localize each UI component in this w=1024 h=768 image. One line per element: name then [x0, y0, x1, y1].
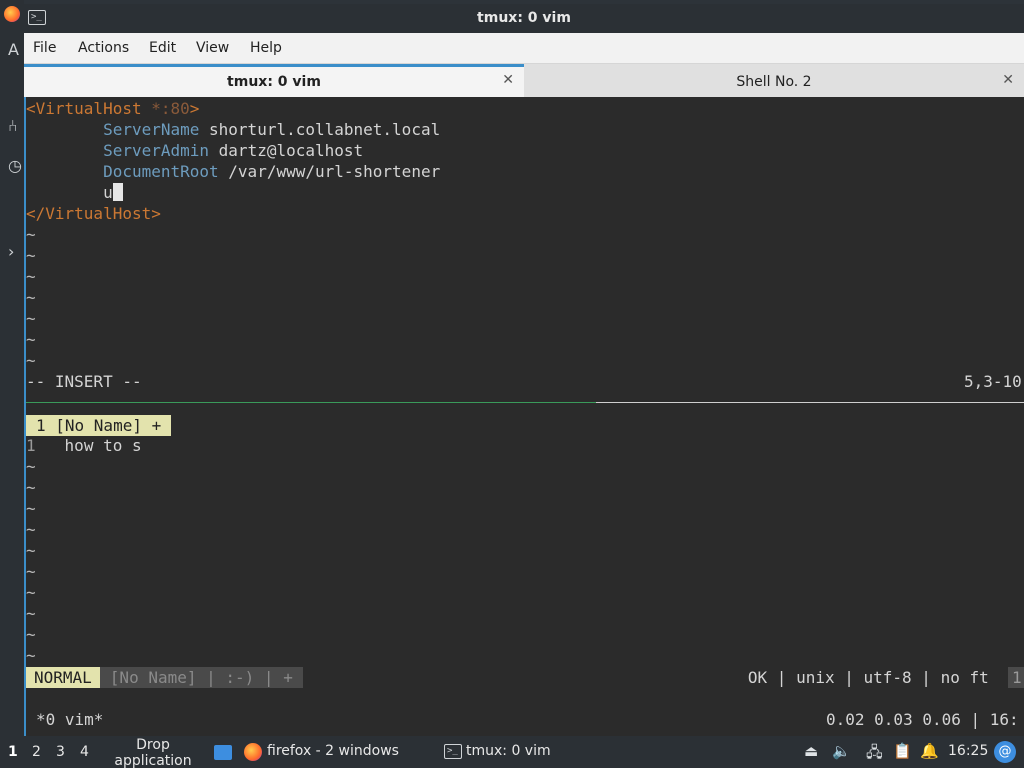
vim-empty-line-tilde: ~ — [26, 288, 36, 307]
pane-divider[interactable] — [26, 402, 1024, 403]
vim-line-4: DocumentRoot /var/www/url-shortener — [103, 162, 441, 181]
clipboard-icon[interactable]: 📋 — [893, 742, 912, 760]
quicklaunch-drop-zone[interactable]: Drop application icons here — [96, 737, 210, 768]
vim-empty-line-tilde: ~ — [26, 541, 36, 560]
network-icon[interactable]: 🖧 — [866, 742, 883, 767]
vim-empty-line-tilde: ~ — [26, 351, 36, 370]
vim-empty-line-tilde: ~ — [26, 478, 36, 497]
taskbar: 1 2 3 4 Drop application icons here fire… — [0, 736, 1024, 768]
desktop-glyph-clock: ◷ — [8, 156, 22, 175]
close-icon[interactable]: ✕ — [502, 72, 514, 88]
menu-edit[interactable]: Edit — [149, 40, 176, 56]
volume-icon[interactable]: 🔈 — [832, 742, 851, 760]
tab-tmux[interactable]: tmux: 0 vim ✕ — [24, 64, 524, 97]
vim-empty-line-tilde: ~ — [26, 646, 36, 665]
vim-bottom-line-1: 1 how to s — [26, 436, 142, 455]
vim-line-6: </VirtualHost> — [26, 204, 161, 223]
close-icon[interactable]: ✕ — [1002, 72, 1014, 88]
airline-mode: NORMAL — [26, 667, 100, 688]
tab-label: tmux: 0 vim — [227, 74, 321, 90]
vim-empty-line-tilde: ~ — [26, 267, 36, 286]
vim-line-3: ServerAdmin dartz@localhost — [103, 141, 364, 160]
vim-line-1: <VirtualHost *:80> — [26, 99, 200, 118]
workspace-4[interactable]: 4 — [80, 744, 89, 760]
task-tmux[interactable]: tmux: 0 vim — [466, 743, 551, 759]
menubar: File Actions Edit View Help — [24, 33, 1024, 64]
vim-line-2: ServerName shorturl.collabnet.local — [103, 120, 441, 139]
vim-empty-line-tilde: ~ — [26, 583, 36, 602]
desktop-glyph-usb: ⑃ — [8, 116, 18, 135]
airline-edge: 1 — [1008, 667, 1024, 688]
text-cursor — [112, 183, 123, 201]
task-firefox[interactable]: firefox - 2 windows — [267, 743, 399, 759]
desktop-left-strip: A ⑃ ◷ › — [0, 0, 24, 736]
desktop-glyph-a: A — [8, 40, 19, 59]
terminal-icon: >_ — [444, 744, 462, 759]
terminal-window: >_ tmux: 0 vim File Actions Edit View He… — [24, 4, 1024, 736]
firefox-icon — [244, 743, 262, 761]
tmux-status-right: 0.02 0.03 0.06 | 16: — [826, 710, 1019, 729]
tab-label: Shell No. 2 — [736, 74, 812, 90]
vim-cursor-position: 5,3-10 — [964, 372, 1022, 391]
vim-empty-line-tilde: ~ — [26, 604, 36, 623]
menu-file[interactable]: File — [33, 40, 56, 56]
desktop-glyph-chevron: › — [8, 242, 15, 261]
debian-menu-icon[interactable]: @ — [994, 741, 1016, 763]
firefox-icon[interactable] — [4, 6, 20, 22]
clock[interactable]: 16:25 — [948, 743, 988, 759]
vim-empty-line-tilde: ~ — [26, 330, 36, 349]
vim-mode-indicator: -- INSERT -- — [26, 372, 142, 391]
airline-right: OK | unix | utf-8 | no ft 1 — [748, 667, 1024, 688]
upload-icon[interactable]: ⏏ — [804, 742, 818, 760]
menu-view[interactable]: View — [196, 40, 229, 56]
workspace-3[interactable]: 3 — [56, 744, 65, 760]
tmux-status-left: *0 vim* — [36, 710, 104, 729]
workspace-2[interactable]: 2 — [32, 744, 41, 760]
airline-file: [No Name] | :-) | + — [99, 667, 303, 688]
vim-empty-line-tilde: ~ — [26, 457, 36, 476]
airline-left: NORMAL [No Name] | :-) | + — [26, 667, 303, 688]
vim-empty-line-tilde: ~ — [26, 499, 36, 518]
vim-empty-line-tilde: ~ — [26, 520, 36, 539]
menu-actions[interactable]: Actions — [78, 40, 129, 56]
window-titlebar[interactable]: >_ tmux: 0 vim — [24, 4, 1024, 33]
window-title: tmux: 0 vim — [477, 10, 571, 26]
vim-empty-line-tilde: ~ — [26, 562, 36, 581]
terminal-area[interactable]: <VirtualHost *:80> ServerName shorturl.c… — [24, 97, 1024, 736]
airline-fileinfo: OK | unix | utf-8 | no ft — [747, 668, 989, 687]
tab-shell-2[interactable]: Shell No. 2 ✕ — [524, 64, 1024, 97]
vim-line-5: u — [26, 182, 123, 203]
vim-empty-line-tilde: ~ — [26, 225, 36, 244]
vim-buffer-tab[interactable]: 1 [No Name] + — [26, 415, 172, 436]
tab-bar: tmux: 0 vim ✕ Shell No. 2 ✕ — [24, 64, 1024, 97]
show-desktop-icon[interactable] — [214, 745, 232, 760]
notification-icon[interactable]: 🔔 — [920, 742, 939, 760]
menu-help[interactable]: Help — [250, 40, 282, 56]
vim-empty-line-tilde: ~ — [26, 246, 36, 265]
workspace-1[interactable]: 1 — [8, 744, 18, 760]
vim-empty-line-tilde: ~ — [26, 625, 36, 644]
vim-empty-line-tilde: ~ — [26, 309, 36, 328]
